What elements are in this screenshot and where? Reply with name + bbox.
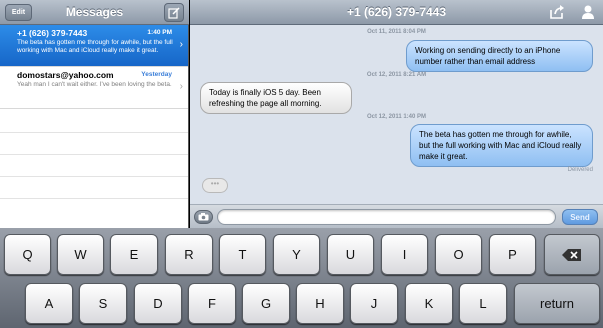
messages-title: Messages	[65, 5, 124, 19]
key-w[interactable]: W	[57, 234, 104, 275]
conversation-preview: The beta has gotten me through for awhil…	[17, 39, 173, 54]
key-r[interactable]: R	[165, 234, 213, 275]
list-divider	[0, 198, 188, 199]
conversation-time: Yesterday	[141, 71, 172, 78]
key-s[interactable]: S	[79, 283, 127, 324]
right-title-bar: +1 (626) 379-7443	[190, 0, 603, 25]
compose-button[interactable]	[164, 3, 184, 22]
outgoing-message: The beta has gotten me through for awhil…	[410, 124, 593, 167]
list-divider	[0, 154, 188, 155]
share-icon[interactable]	[549, 4, 565, 20]
conversation-pane: +1 (626) 379-7443 Oct 11, 2011 8:04 PM W…	[190, 0, 603, 228]
conversation-list-pane: Edit Messages +1 (626) 379-7443 1:40 PM …	[0, 0, 189, 228]
message-input[interactable]	[217, 209, 556, 225]
key-e[interactable]: E	[110, 234, 158, 275]
key-q[interactable]: Q	[4, 234, 51, 275]
onscreen-keyboard: Q W E R T Y U I O P A S D F G H J K L re…	[0, 228, 603, 328]
key-h[interactable]: H	[296, 283, 344, 324]
delivered-status: Delivered	[567, 167, 593, 173]
send-button[interactable]: Send	[562, 209, 598, 225]
conversation-preview: Yeah man I can't wait either. I've been …	[17, 81, 172, 88]
contact-icon[interactable]	[581, 4, 595, 20]
message-timestamp: Oct 12, 2011 8:21 AM	[366, 72, 427, 78]
list-divider	[0, 176, 188, 177]
chevron-right-icon: ›	[179, 81, 183, 92]
list-divider	[0, 132, 188, 133]
backspace-icon	[562, 248, 581, 261]
key-o[interactable]: O	[435, 234, 482, 275]
key-k[interactable]: K	[405, 283, 453, 324]
incoming-message: Today is finally iOS 5 day. Been refresh…	[200, 82, 352, 114]
camera-button[interactable]	[194, 210, 213, 224]
conversation-title: +1 (626) 379-7443	[346, 5, 447, 19]
camera-icon	[198, 213, 209, 221]
conversation-item-1[interactable]: +1 (626) 379-7443 1:40 PM The beta has g…	[0, 25, 188, 67]
key-g[interactable]: G	[242, 283, 290, 324]
key-p[interactable]: P	[489, 234, 536, 275]
key-l[interactable]: L	[459, 283, 507, 324]
conversation-item-2[interactable]: domostars@yahoo.com Yesterday Yeah man I…	[0, 67, 188, 109]
compose-icon	[168, 6, 180, 19]
outgoing-message: Working on sending directly to an iPhone…	[406, 40, 593, 72]
conversation-time: 1:40 PM	[147, 29, 172, 36]
key-a[interactable]: A	[25, 283, 73, 324]
typing-indicator: •••	[202, 178, 228, 193]
return-key[interactable]: return	[514, 283, 600, 324]
key-u[interactable]: U	[327, 234, 374, 275]
message-input-bar: Send	[190, 204, 603, 228]
key-t[interactable]: T	[219, 234, 266, 275]
key-y[interactable]: Y	[273, 234, 320, 275]
key-j[interactable]: J	[350, 283, 398, 324]
key-i[interactable]: I	[381, 234, 428, 275]
left-title-bar: Edit Messages	[0, 0, 189, 25]
key-f[interactable]: F	[188, 283, 236, 324]
message-timestamp: Oct 11, 2011 8:04 PM	[367, 29, 426, 35]
backspace-key[interactable]	[544, 234, 600, 275]
message-timestamp: Oct 12, 2011 1:40 PM	[366, 114, 427, 120]
key-d[interactable]: D	[134, 283, 182, 324]
chevron-right-icon: ›	[179, 39, 183, 50]
